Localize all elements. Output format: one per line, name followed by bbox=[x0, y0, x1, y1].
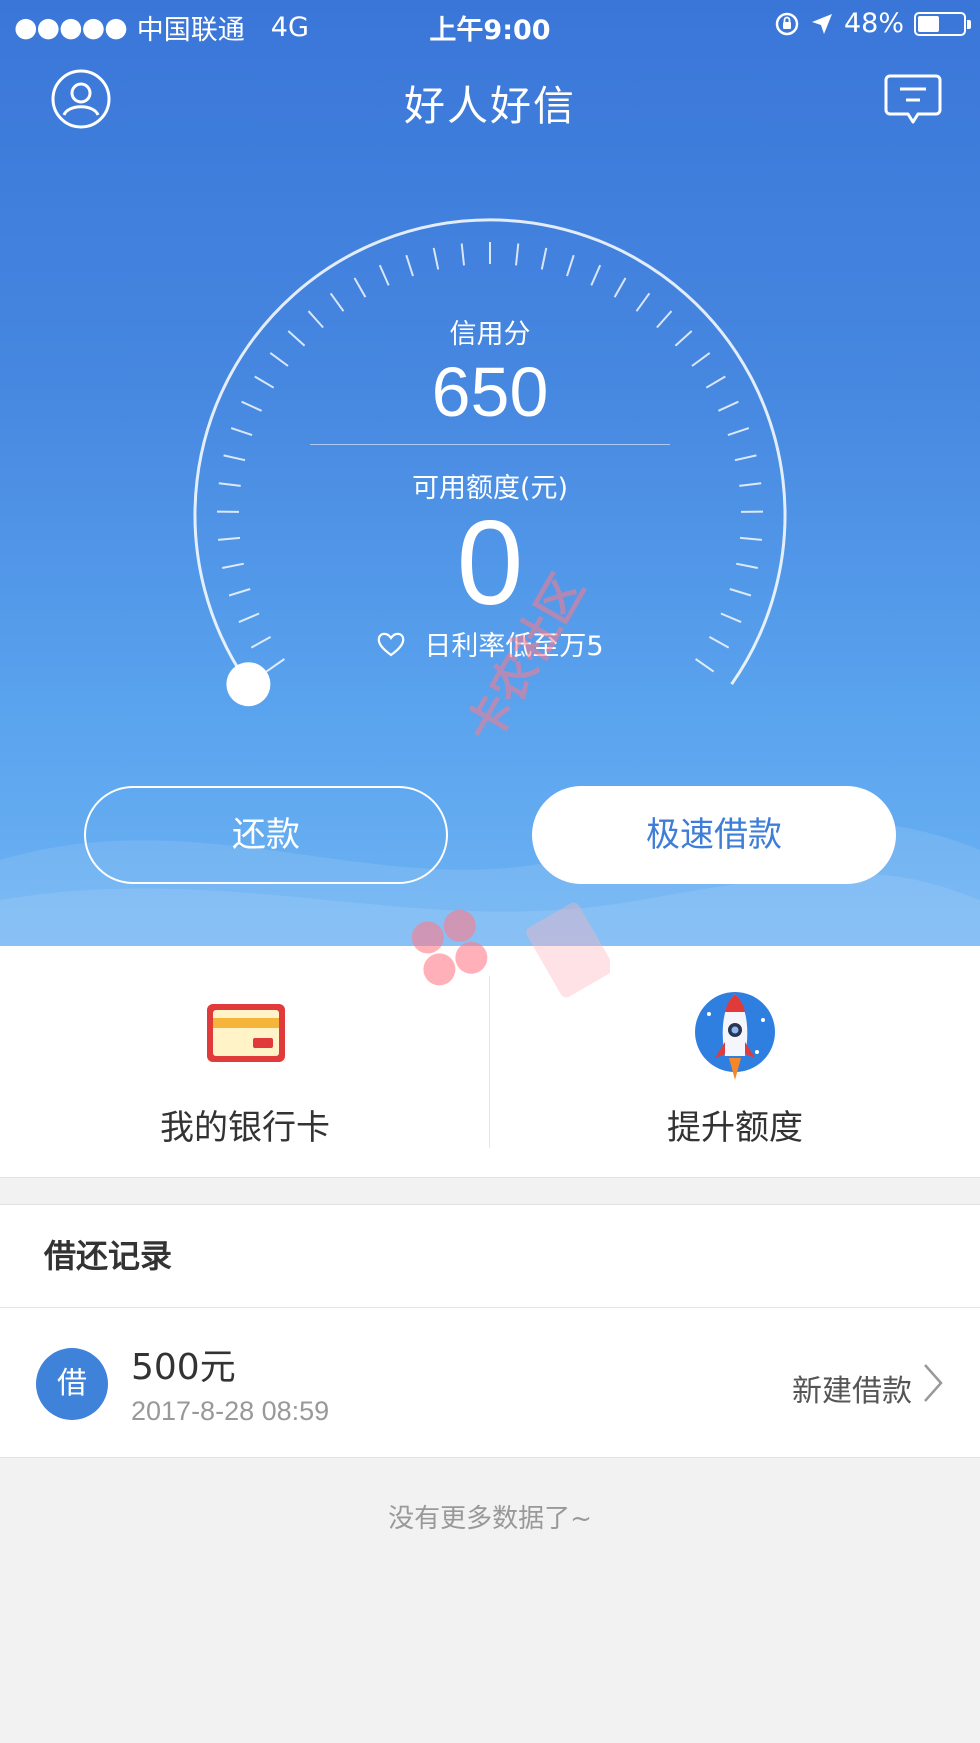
list-item[interactable]: 借 500元 2017-8-28 08:59 新建借款 bbox=[0, 1308, 980, 1458]
section-title: 借还记录 bbox=[44, 1237, 173, 1275]
watermark-logo bbox=[411, 902, 610, 998]
gauge-divider bbox=[310, 444, 670, 445]
no-more-data-text: 没有更多数据了~ bbox=[388, 1504, 592, 1534]
rocket-icon bbox=[695, 992, 775, 1080]
message-icon[interactable] bbox=[884, 72, 942, 128]
score-label: 信用分 bbox=[449, 319, 531, 350]
battery-icon bbox=[914, 11, 971, 36]
loan-badge: 借 bbox=[36, 1348, 108, 1420]
location-arrow-icon bbox=[811, 13, 832, 34]
page-title: 好人好信 bbox=[404, 82, 576, 130]
heart-outline-icon bbox=[378, 632, 405, 656]
orientation-lock-icon bbox=[775, 12, 799, 35]
record-amount: 500元 bbox=[131, 1347, 236, 1388]
battery-level bbox=[918, 15, 940, 32]
available-limit: 0 bbox=[456, 496, 524, 630]
credit-score: 650 bbox=[431, 353, 549, 431]
new-loan-link[interactable]: 新建借款 bbox=[792, 1366, 912, 1410]
record-date: 2017-8-28 08:59 bbox=[131, 1396, 330, 1426]
status-bar: ●●●●● 中国联通 4G 上午9:00 48% bbox=[0, 0, 980, 50]
chevron-right-icon[interactable] bbox=[922, 1362, 944, 1404]
shortcut-label: 提升额度 bbox=[667, 1108, 803, 1148]
bank-card-icon bbox=[207, 1004, 285, 1062]
loan-records-section: 借还记录 借 500元 2017-8-28 08:59 新建借款 bbox=[0, 1204, 980, 1458]
battery-percent: 48% bbox=[843, 8, 904, 39]
shortcut-label: 我的银行卡 bbox=[160, 1108, 330, 1148]
